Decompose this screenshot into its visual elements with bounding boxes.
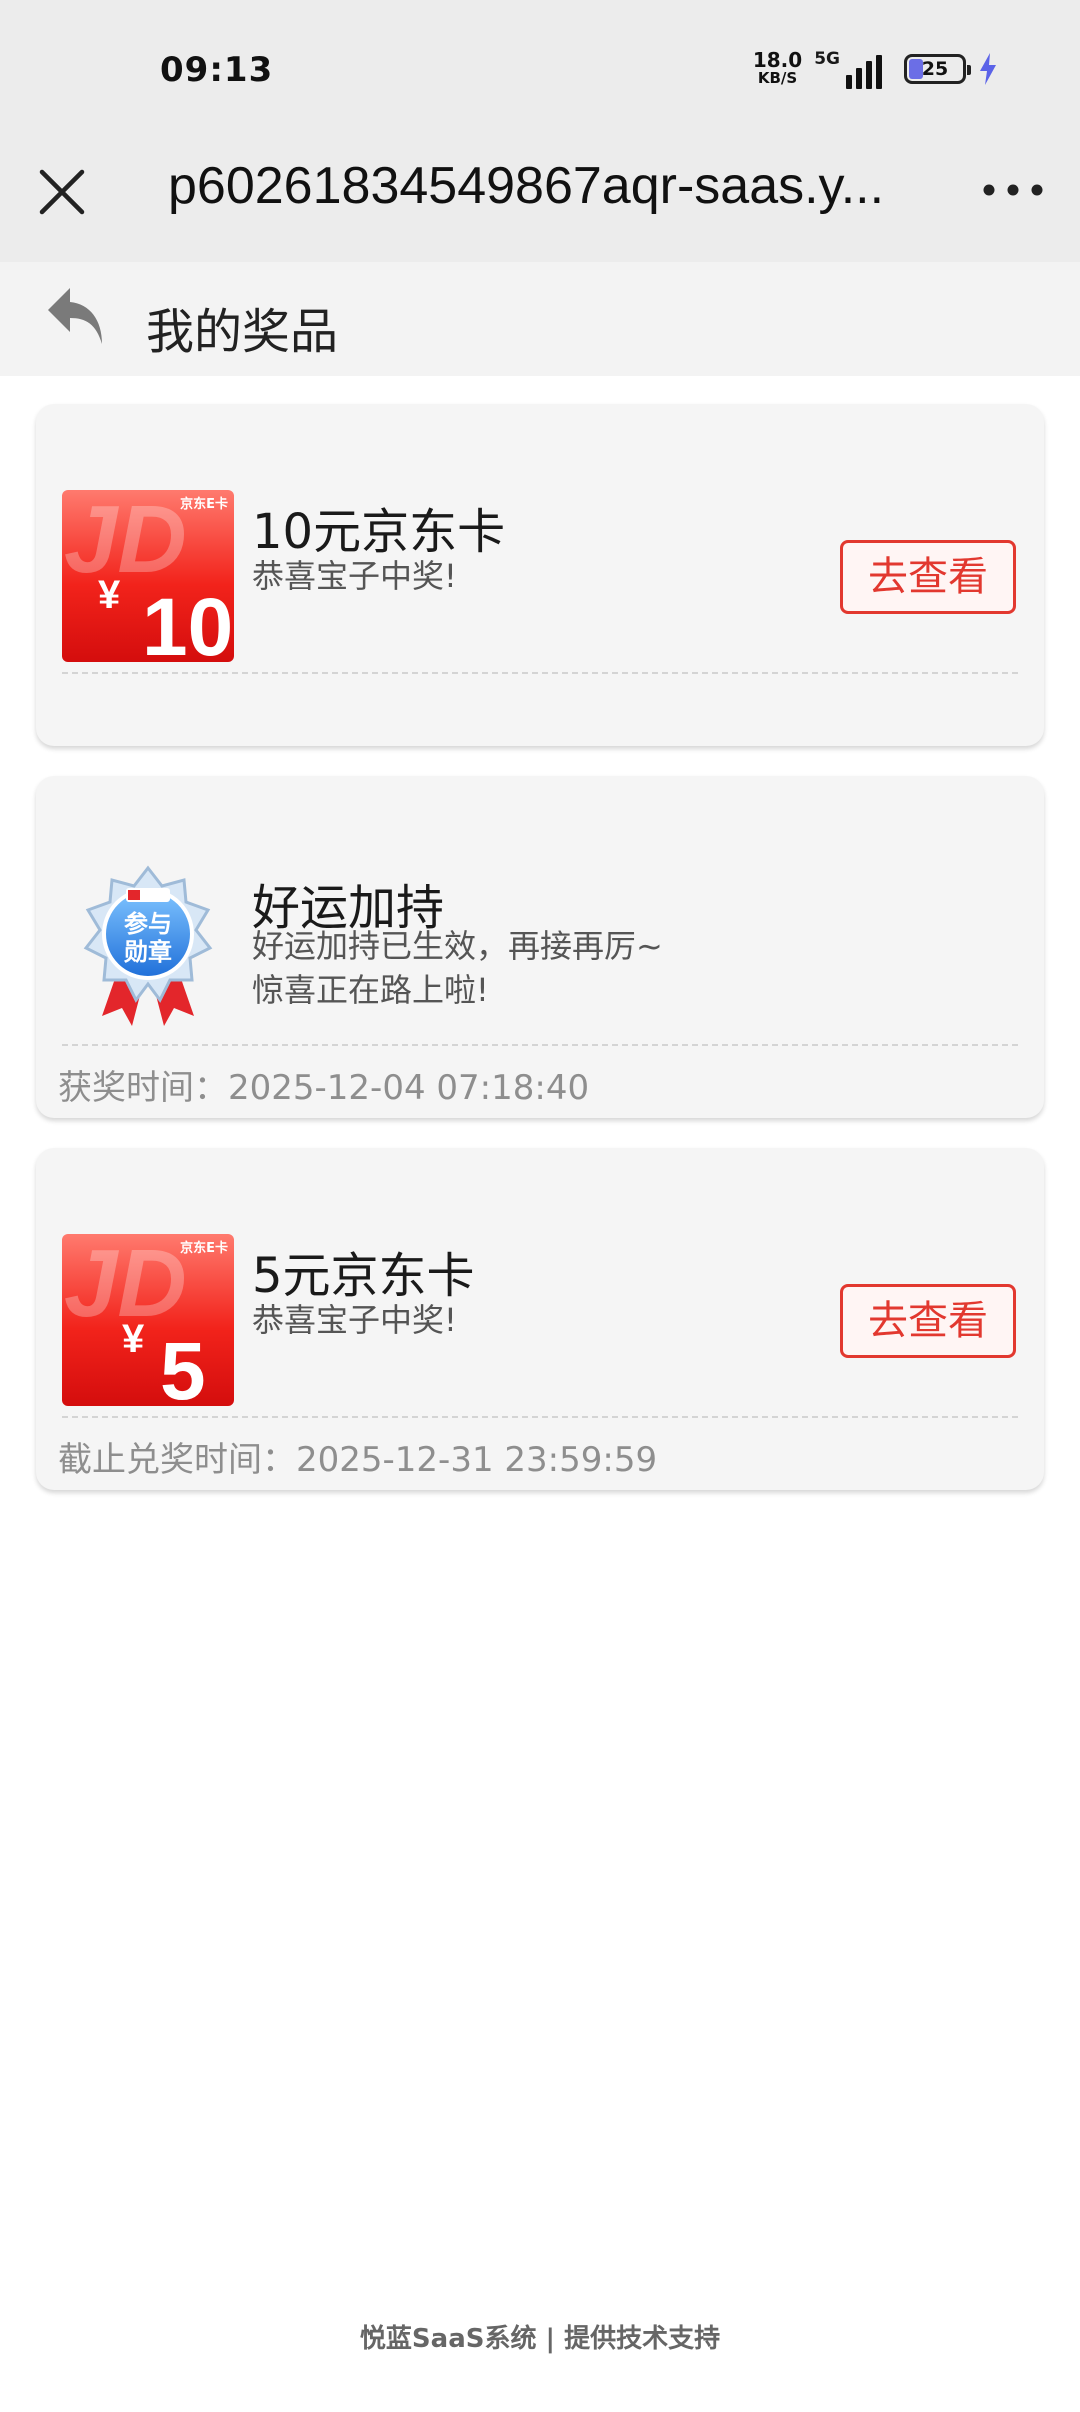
network-type: 5G: [814, 49, 840, 69]
close-icon[interactable]: [32, 162, 92, 222]
divider: [62, 1416, 1018, 1418]
prize-name: 10元京东卡: [252, 504, 506, 560]
award-time: 获奖时间：2025-12-04 07:18:40: [58, 1068, 590, 1108]
back-arrow-icon[interactable]: [44, 282, 110, 352]
more-icon[interactable]: [978, 170, 1048, 210]
battery-icon: 25: [904, 54, 971, 84]
svg-text:¥: ¥: [98, 573, 121, 617]
divider: [62, 1044, 1018, 1046]
browser-nav-bar: p60261834549867aqr-saas.y...: [0, 130, 1080, 262]
prize-card: JD 京东E卡 ¥ 10 10元京东卡 恭喜宝子中奖! 去查看: [36, 404, 1044, 746]
signal-icon: 5G: [814, 49, 882, 89]
view-prize-button[interactable]: 去查看: [840, 540, 1016, 614]
network-speed-unit: KB/S: [757, 69, 798, 87]
svg-text:京东E卡: 京东E卡: [180, 496, 228, 512]
redeem-deadline: 截止兑奖时间：2025-12-31 23:59:59: [58, 1440, 658, 1480]
page-title: 我的奖品: [146, 304, 339, 360]
svg-text:京东E卡: 京东E卡: [180, 1240, 228, 1256]
status-time: 09:13: [160, 50, 274, 90]
network-speed: 18.0 KB/S: [752, 48, 803, 87]
battery-level: 25: [921, 58, 949, 80]
svg-text:10: 10: [142, 582, 233, 662]
network-speed-value: 18.0: [752, 48, 803, 72]
charging-bolt-icon: [980, 53, 996, 85]
prize-card: JD 京东E卡 ¥ 5 5元京东卡 恭喜宝子中奖! 去查看 截止兑奖时间：202…: [36, 1148, 1044, 1490]
divider: [62, 672, 1018, 674]
svg-text:勋章: 勋章: [123, 938, 172, 966]
svg-text:¥: ¥: [122, 1317, 145, 1361]
prize-name: 5元京东卡: [252, 1248, 475, 1304]
view-prize-button[interactable]: 去查看: [840, 1284, 1016, 1358]
prize-description: 恭喜宝子中奖!: [252, 1301, 457, 1339]
prize-description: 好运加持已生效，再接再厉~: [252, 927, 663, 965]
footer-credit: 悦蓝SaaS系统 | 提供技术支持: [359, 2324, 721, 2354]
jd-card-thumbnail: JD 京东E卡 ¥ 10: [62, 490, 234, 662]
svg-text:5: 5: [160, 1326, 206, 1406]
status-icons: 18.0 KB/S 5G 25: [753, 48, 998, 90]
participation-medal-icon: 参与 勋章: [83, 865, 213, 1026]
prize-card: 参与 勋章 好运加持 好运加持已生效，再接再厉~ 惊喜正在路上啦! 获奖时间：2…: [36, 776, 1044, 1118]
page-header: 我的奖品: [0, 262, 1080, 376]
svg-text:JD: JD: [64, 490, 187, 593]
jd-card-thumbnail: JD 京东E卡 ¥ 5: [62, 1234, 234, 1406]
svg-text:参与: 参与: [124, 910, 172, 938]
prize-description: 恭喜宝子中奖!: [252, 557, 457, 595]
status-bar: 09:13 18.0 KB/S 5G 25: [0, 0, 1080, 130]
page-url-title: p60261834549867aqr-saas.y...: [168, 157, 885, 215]
prize-description-line2: 惊喜正在路上啦!: [252, 971, 489, 1009]
